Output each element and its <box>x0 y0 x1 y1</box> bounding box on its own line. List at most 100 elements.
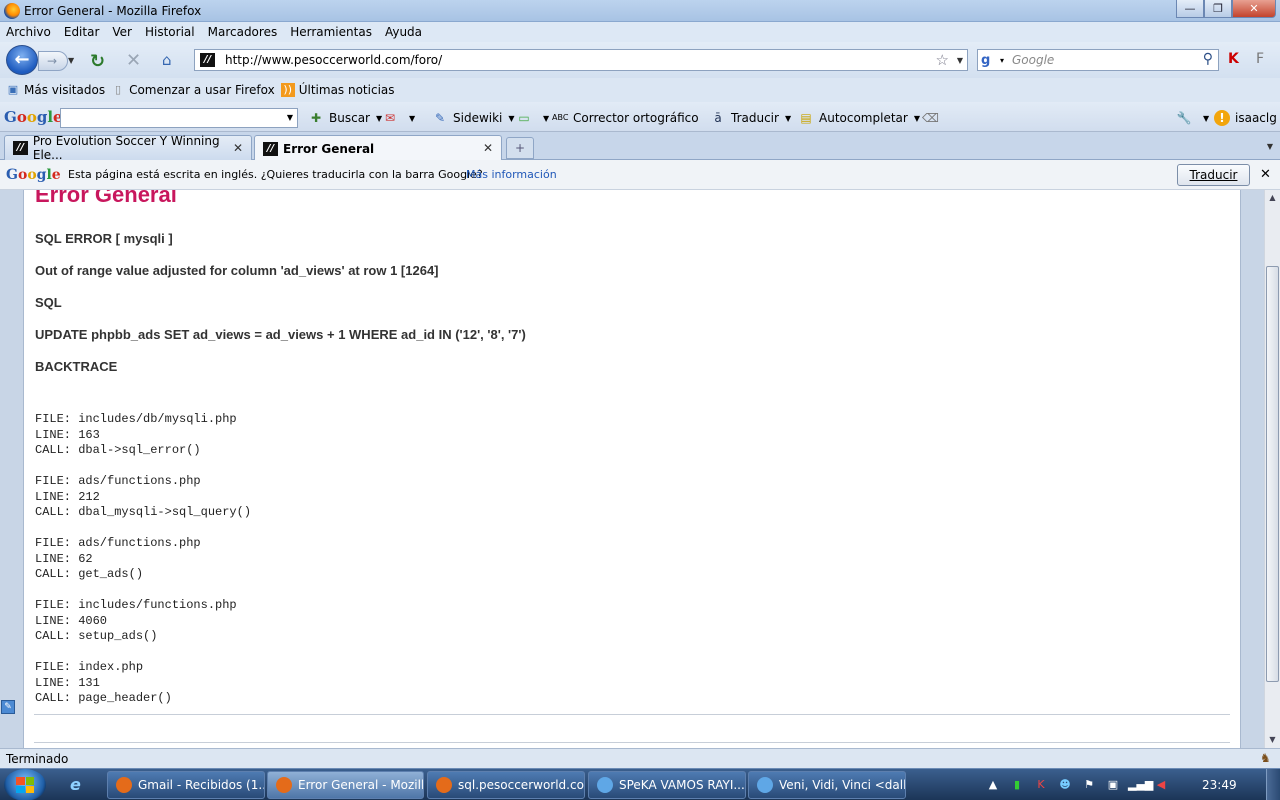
menu-archivo[interactable]: Archivo <box>6 25 51 39</box>
chevron-down-icon[interactable]: ▼ <box>543 114 549 123</box>
status-text: Terminado <box>6 752 69 766</box>
close-window-button[interactable]: ✕ <box>1232 0 1276 18</box>
autocompletar-button[interactable]: ▤ Autocompletar ▼ <box>798 110 920 126</box>
taskbar-item-veni-vidi[interactable]: Veni, Vidi, Vinci <dall... <box>748 771 906 799</box>
sidewiki-icon: ✎ <box>434 111 446 125</box>
addon-k-icon[interactable]: K <box>1228 51 1246 69</box>
translate-button[interactable]: Traducir <box>1177 164 1250 186</box>
corrector-button[interactable]: ABC Corrector ortográfico <box>552 110 699 126</box>
search-box[interactable]: g ▾ Google ⚲ <box>977 49 1219 71</box>
sidewiki-button[interactable]: ✎ Sidewiki ▼ <box>432 110 515 126</box>
tray-k-icon[interactable]: K <box>1032 777 1050 793</box>
chevron-down-icon[interactable]: ▼ <box>914 114 920 123</box>
addon-f-icon[interactable]: F <box>1256 51 1274 69</box>
menu-historial[interactable]: Historial <box>145 25 195 39</box>
tray-volume-icon[interactable]: ◀ <box>1152 777 1170 793</box>
taskbar-item-error-general[interactable]: Error General - Mozill... <box>267 771 424 799</box>
history-dropdown-icon[interactable]: ▼ <box>68 56 74 65</box>
gmail-button[interactable]: ✉ ▼ <box>382 110 415 126</box>
bookmark-star-icon[interactable]: ☆ <box>936 51 949 69</box>
tray-device-icon[interactable]: ▣ <box>1104 777 1122 793</box>
menu-editar[interactable]: Editar <box>64 25 100 39</box>
close-tab-icon[interactable]: ✕ <box>233 141 243 155</box>
tab-pes[interactable]: // Pro Evolution Soccer Y Winning Ele...… <box>4 134 252 162</box>
google-toolbar-search-input[interactable]: ▼ <box>60 108 298 128</box>
vertical-scrollbar[interactable]: ▲ ▼ <box>1264 190 1280 748</box>
trace-file: FILE: ads/functions.php <box>35 536 201 550</box>
tab-list-dropdown-icon[interactable]: ▼ <box>1262 138 1278 156</box>
mail-icon: ✉ <box>384 111 396 125</box>
translate-icon: ā <box>714 111 722 125</box>
taskbar-item-speka[interactable]: SPeKA VAMOS RAYI... <box>588 771 746 799</box>
search-placeholder[interactable]: Google <box>1012 53 1054 67</box>
eraser-button[interactable]: ⌫ <box>922 110 943 126</box>
user-account-button[interactable]: ! isaaclg <box>1214 110 1277 126</box>
menu-ayuda[interactable]: Ayuda <box>385 25 422 39</box>
sidewiki-label: Sidewiki <box>453 111 503 125</box>
close-translate-bar-icon[interactable]: ✕ <box>1260 167 1271 182</box>
search-engine-dropdown-icon[interactable]: ▾ <box>1000 56 1004 65</box>
backtrace-entry: FILE: includes/functions.php LINE: 4060 CA… <box>35 598 251 645</box>
task-label: Error General - Mozill... <box>298 778 424 792</box>
taskbar-item-sql[interactable]: sql.pesoccerworld.co... <box>427 771 585 799</box>
internet-explorer-icon[interactable]: e <box>70 775 92 795</box>
task-label: sql.pesoccerworld.co... <box>458 778 585 792</box>
tray-flag-icon[interactable]: ⚑ <box>1080 777 1098 793</box>
user-label: isaaclg <box>1235 111 1277 125</box>
buscar-button[interactable]: ✚ Buscar ▼ <box>308 110 382 126</box>
maximize-button[interactable]: ❐ <box>1204 0 1232 18</box>
more-info-link[interactable]: Más información <box>466 168 557 181</box>
bookmark-mas-visitados[interactable]: ▣ Más visitados <box>6 83 105 97</box>
traducir-toolbar-button[interactable]: ā Traducir ▼ <box>710 110 791 126</box>
close-tab-icon[interactable]: ✕ <box>483 141 493 155</box>
toolbar-settings-button[interactable]: 🔧 ▼ <box>1176 110 1210 126</box>
minimize-button[interactable]: — <box>1176 0 1204 18</box>
trace-line: LINE: 212 <box>35 489 100 504</box>
trace-call: CALL: get_ads() <box>35 567 144 581</box>
tray-app-icon[interactable]: ▮ <box>1008 777 1026 793</box>
reload-icon[interactable]: ↻ <box>90 51 105 72</box>
start-button[interactable] <box>4 769 46 800</box>
page-icon: ▯ <box>115 83 122 96</box>
url-dropdown-icon[interactable]: ▼ <box>957 56 963 65</box>
sql-query: UPDATE phpbb_ads SET ad_views = ad_views… <box>35 327 526 342</box>
menu-herramientas[interactable]: Herramientas <box>290 25 372 39</box>
chevron-down-icon[interactable]: ▼ <box>785 114 791 123</box>
tray-network-icon[interactable]: ▂▄▆ <box>1128 777 1153 793</box>
divider <box>34 742 1230 743</box>
forward-button[interactable]: → <box>38 51 68 71</box>
home-icon[interactable]: ⌂ <box>162 51 182 69</box>
chevron-down-icon[interactable]: ▼ <box>409 114 415 123</box>
tab-error-general[interactable]: // Error General ✕ <box>254 135 502 161</box>
tray-users-icon[interactable]: ☻ <box>1056 777 1074 793</box>
stop-icon[interactable]: ✕ <box>126 50 141 71</box>
tray-expand-icon[interactable]: ▲ <box>984 777 1002 793</box>
menu-ver[interactable]: Ver <box>112 25 132 39</box>
chevron-down-icon[interactable]: ▼ <box>287 113 293 122</box>
scroll-down-icon[interactable]: ▼ <box>1265 732 1280 748</box>
address-bar[interactable]: // http://www.pesoccerworld.com/foro/ ☆ … <box>194 49 968 71</box>
divider <box>34 714 1230 715</box>
sql-error-heading: SQL ERROR [ mysqli ] <box>35 231 173 246</box>
backtrace-entry: FILE: ads/functions.php LINE: 62 CALL: get… <box>35 536 251 583</box>
chevron-down-icon[interactable]: ▼ <box>508 114 514 123</box>
scroll-up-icon[interactable]: ▲ <box>1265 190 1280 206</box>
autofill-icon: ▤ <box>800 111 812 125</box>
bookmark-comenzar[interactable]: ▯ Comenzar a usar Firefox <box>111 83 275 97</box>
back-button[interactable]: ← <box>6 45 38 75</box>
url-text[interactable]: http://www.pesoccerworld.com/foro/ <box>225 53 442 67</box>
sidewiki-tab-icon[interactable]: ✎ <box>1 700 15 714</box>
addon-status-icon[interactable]: ♞ <box>1260 751 1276 767</box>
google-engine-icon[interactable]: g <box>981 53 997 69</box>
clock[interactable]: 23:49 <box>1202 778 1237 792</box>
pagerank-button[interactable]: ▭ ▼ <box>516 110 549 126</box>
new-tab-button[interactable]: + <box>506 137 534 159</box>
scrollbar-thumb[interactable] <box>1266 266 1279 682</box>
taskbar-item-gmail[interactable]: Gmail - Recibidos (1... <box>107 771 265 799</box>
forward-arrow-icon: → <box>47 54 58 68</box>
bookmark-ultimas-noticias[interactable]: )) Últimas noticias <box>280 83 395 97</box>
show-desktop-button[interactable] <box>1266 769 1280 800</box>
menu-marcadores[interactable]: Marcadores <box>208 25 278 39</box>
search-icon[interactable]: ⚲ <box>1203 51 1213 67</box>
chevron-down-icon[interactable]: ▼ <box>1203 114 1209 123</box>
